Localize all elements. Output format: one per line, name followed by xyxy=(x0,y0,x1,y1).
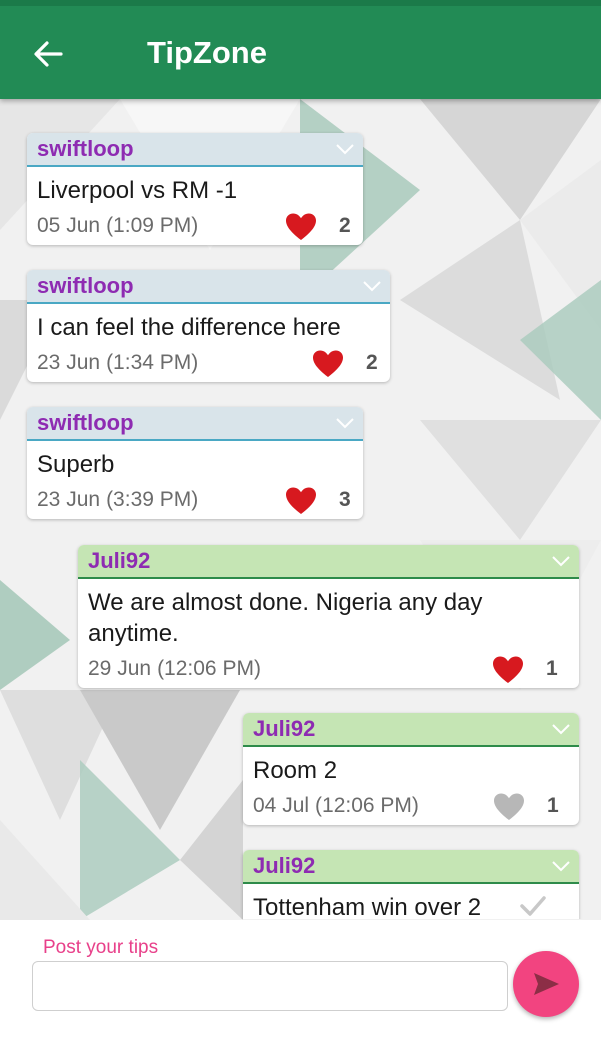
message-meta: 05 Jun (1:09 PM) 2 xyxy=(37,206,353,245)
like-count: 2 xyxy=(366,351,378,374)
message-time: (12:06 PM) xyxy=(157,657,261,680)
message-meta: 04 Jul (12:06 PM) 1 xyxy=(253,786,569,825)
message-bubble[interactable]: Juli92 Room 2 04 Jul (12:06 PM) 1 xyxy=(243,713,579,825)
message-time: (3:39 PM) xyxy=(106,488,199,511)
message-text: I can feel the difference here xyxy=(37,314,341,341)
send-icon xyxy=(534,973,559,995)
check-icon xyxy=(520,896,546,916)
message-header: swiftloop xyxy=(27,133,363,167)
message-date: 23 Jun xyxy=(37,351,101,374)
chevron-down-icon[interactable] xyxy=(551,722,571,736)
message-header: Juli92 xyxy=(243,850,579,884)
tip-input[interactable] xyxy=(32,961,508,1011)
sender-name: Juli92 xyxy=(88,548,151,573)
heart-icon[interactable] xyxy=(285,212,317,242)
message-bubble[interactable]: swiftloop I can feel the difference here… xyxy=(27,270,390,382)
message-bubble[interactable]: swiftloop Liverpool vs RM -1 05 Jun (1:0… xyxy=(27,133,363,245)
message-text: We are almost done. Nigeria any day anyt… xyxy=(88,589,483,647)
heart-icon[interactable] xyxy=(285,486,317,516)
message-text: Room 2 xyxy=(253,757,338,784)
message-date: 29 Jun xyxy=(88,657,152,680)
app-bar: TipZone xyxy=(0,0,601,99)
message-date: 23 Jun xyxy=(37,488,101,511)
sender-name: Juli92 xyxy=(253,853,316,878)
message-time: (1:09 PM) xyxy=(106,214,199,237)
message-date: 04 Jul xyxy=(253,794,310,817)
chevron-down-icon[interactable] xyxy=(551,859,571,873)
send-button[interactable] xyxy=(513,951,579,1017)
message-meta: 23 Jun (1:34 PM) 2 xyxy=(37,343,380,382)
message-list[interactable]: swiftloop Liverpool vs RM -1 05 Jun (1:0… xyxy=(0,99,601,919)
status-strip xyxy=(0,0,601,6)
back-button[interactable] xyxy=(28,34,68,74)
message-time: (12:06 PM) xyxy=(315,794,419,817)
chevron-down-icon[interactable] xyxy=(335,142,355,156)
sender-name: swiftloop xyxy=(37,273,134,298)
message-header: swiftloop xyxy=(27,407,363,441)
like-count: 1 xyxy=(546,657,558,680)
message-text: Liverpool vs RM -1 xyxy=(37,177,238,204)
like-count: 3 xyxy=(339,488,351,511)
like-count: 2 xyxy=(339,214,351,237)
message-date: 05 Jun xyxy=(37,214,101,237)
message-header: Juli92 xyxy=(243,713,579,747)
message-text: Superb xyxy=(37,451,115,478)
message-meta: 23 Jun (3:39 PM) 3 xyxy=(37,480,353,519)
sender-name: swiftloop xyxy=(37,410,134,435)
heart-icon[interactable] xyxy=(312,349,344,379)
message-header: Juli92 xyxy=(78,545,579,579)
heart-icon[interactable] xyxy=(492,655,524,685)
sender-name: Juli92 xyxy=(253,716,316,741)
arrow-left-icon xyxy=(34,41,63,67)
composer-label: Post your tips xyxy=(43,937,159,958)
message-bubble[interactable]: Juli92 Tottenham win over 2 xyxy=(243,850,579,919)
like-count: 1 xyxy=(547,794,559,817)
chevron-down-icon[interactable] xyxy=(551,554,571,568)
message-meta: 29 Jun (12:06 PM) 1 xyxy=(88,649,569,688)
chevron-down-icon[interactable] xyxy=(362,279,382,293)
message-time: (1:34 PM) xyxy=(106,351,199,374)
sender-name: swiftloop xyxy=(37,136,134,161)
heart-icon[interactable] xyxy=(493,792,525,822)
app-title: TipZone xyxy=(147,35,267,70)
message-header: swiftloop xyxy=(27,270,390,304)
message-bubble[interactable]: Juli92 We are almost done. Nigeria any d… xyxy=(78,545,579,688)
chevron-down-icon[interactable] xyxy=(335,416,355,430)
message-bubble[interactable]: swiftloop Superb 23 Jun (3:39 PM) 3 xyxy=(27,407,363,519)
